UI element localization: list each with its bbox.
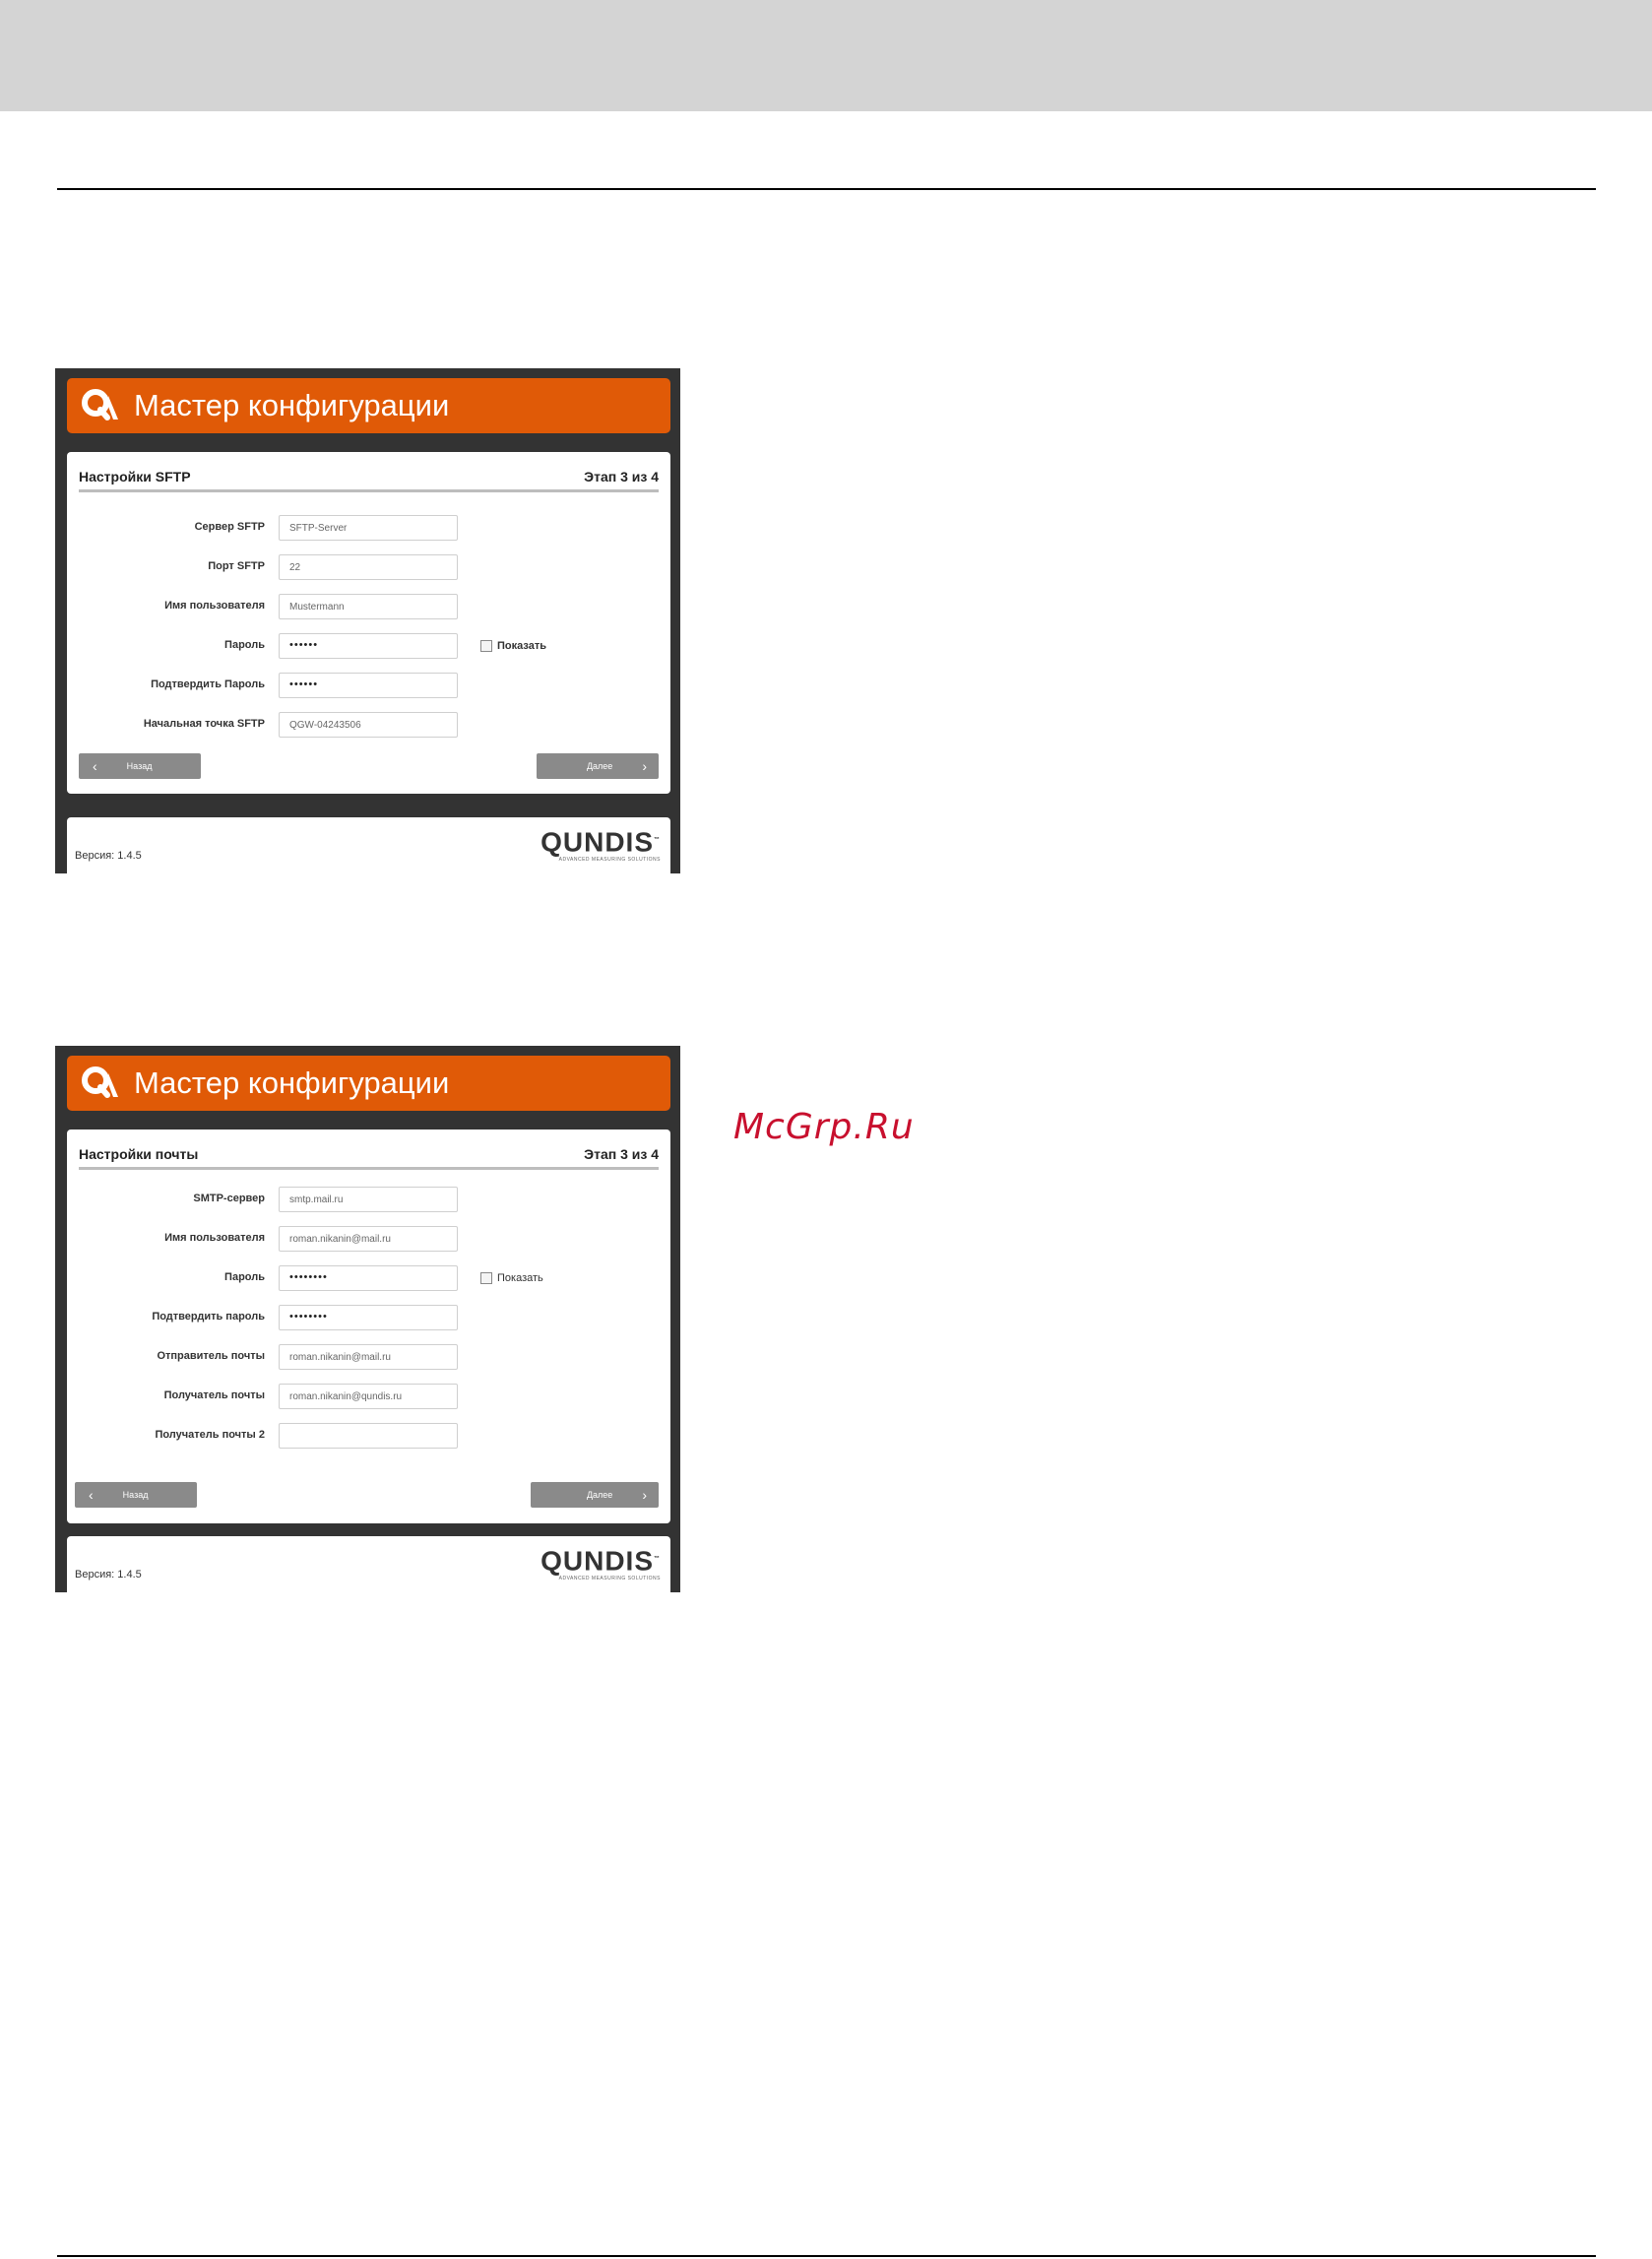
mail-wizard-screenshot: Мастер конфигурации Настройки почты Этап… (55, 1046, 680, 1592)
form-row-sftp-start-point: Начальная точка SFTP QGW-04243506 (67, 712, 670, 740)
confirm-password-input[interactable]: •••••• (279, 673, 458, 698)
mail-recipient-2-input[interactable] (279, 1423, 458, 1449)
form-row-sftp-server: Сервер SFTP SFTP-Server (67, 515, 670, 543)
version-text: Версия: 1.4.5 (75, 1569, 142, 1581)
brand-trademark: ™ (654, 837, 661, 843)
section-title: Настройки почты (79, 1146, 199, 1162)
field-label: Имя пользователя (164, 600, 265, 612)
next-button-label: Далее (586, 1490, 613, 1500)
panel-heading: Настройки почты Этап 3 из 4 (79, 1141, 659, 1170)
form-row-username: Имя пользователя Mustermann (67, 594, 670, 621)
back-button[interactable]: ‹ Назад (79, 753, 201, 779)
form-row-smtp-server: SMTP-сервер smtp.mail.ru (67, 1187, 670, 1214)
section-title: Настройки SFTP (79, 469, 191, 484)
wizard-header: Мастер конфигурации (67, 1056, 670, 1111)
username-input[interactable]: roman.nikanin@mail.ru (279, 1226, 458, 1252)
bottom-rule (57, 2255, 1596, 2257)
chevron-left-icon: ‹ (89, 1487, 94, 1503)
show-password-checkbox[interactable] (480, 1272, 492, 1284)
qundis-logo: QUNDIS™ ADVANCED MEASURING SOLUTIONS (540, 825, 661, 864)
field-label: Пароль (224, 1271, 265, 1283)
sftp-wizard-screenshot: Мастер конфигурации Настройки SFTP Этап … (55, 368, 680, 873)
mail-recipient-input[interactable]: roman.nikanin@qundis.ru (279, 1384, 458, 1409)
step-indicator: Этап 3 из 4 (584, 469, 659, 484)
show-password-toggle[interactable]: Показать (480, 640, 546, 652)
brand-name: QUNDIS (540, 826, 654, 858)
wizard-header: Мастер конфигурации (67, 378, 670, 433)
form-row-confirm-password: Подтвердить Пароль •••••• (67, 673, 670, 700)
brand-tagline: ADVANCED MEASURING SOLUTIONS (558, 1576, 661, 1582)
chevron-right-icon: › (642, 1487, 647, 1503)
form-row-mail-recipient: Получатель почты roman.nikanin@qundis.ru (67, 1384, 670, 1411)
field-label: Получатель почты 2 (155, 1429, 265, 1441)
watermark-text: McGrp.Ru (733, 1107, 915, 1147)
back-button-label: Назад (122, 1490, 149, 1500)
sftp-server-input[interactable]: SFTP-Server (279, 515, 458, 541)
version-text: Версия: 1.4.5 (75, 850, 142, 862)
wizard-panel: Настройки SFTP Этап 3 из 4 Сервер SFTP S… (67, 452, 670, 794)
form-row-password: Пароль •••••• Показать (67, 633, 670, 661)
brand-trademark: ™ (654, 1556, 661, 1562)
wizard-footer: Версия: 1.4.5 QUNDIS™ ADVANCED MEASURING… (67, 817, 670, 873)
field-label: Начальная точка SFTP (143, 718, 265, 730)
field-label: Имя пользователя (164, 1232, 265, 1244)
next-button-label: Далее (586, 761, 613, 771)
mail-sender-input[interactable]: roman.nikanin@mail.ru (279, 1344, 458, 1370)
step-indicator: Этап 3 из 4 (584, 1146, 659, 1162)
form-row-password: Пароль •••••••• Показать (67, 1265, 670, 1293)
show-password-label: Показать (497, 1272, 543, 1284)
qundis-logo: QUNDIS™ ADVANCED MEASURING SOLUTIONS (540, 1544, 661, 1582)
top-rule (57, 188, 1596, 190)
field-label: Порт SFTP (208, 560, 265, 572)
form-row-mail-sender: Отправитель почты roman.nikanin@mail.ru (67, 1344, 670, 1372)
panel-heading: Настройки SFTP Этап 3 из 4 (79, 464, 659, 492)
field-label: Отправитель почты (157, 1350, 265, 1362)
wizard-panel: Настройки почты Этап 3 из 4 SMTP-сервер … (67, 1130, 670, 1523)
show-password-toggle[interactable]: Показать (480, 1272, 543, 1284)
back-button-label: Назад (126, 761, 153, 771)
confirm-password-input[interactable]: •••••••• (279, 1305, 458, 1330)
username-input[interactable]: Mustermann (279, 594, 458, 619)
next-button[interactable]: Далее › (531, 1482, 659, 1508)
back-button[interactable]: ‹ Назад (75, 1482, 197, 1508)
form-row-sftp-port: Порт SFTP 22 (67, 554, 670, 582)
show-password-label: Показать (497, 640, 546, 652)
qundis-q-icon (82, 1066, 118, 1098)
password-input[interactable]: •••••••• (279, 1265, 458, 1291)
form-row-username: Имя пользователя roman.nikanin@mail.ru (67, 1226, 670, 1254)
chevron-right-icon: › (642, 758, 647, 774)
smtp-server-input[interactable]: smtp.mail.ru (279, 1187, 458, 1212)
page-header-band (0, 0, 1652, 111)
field-label: Подтвердить Пароль (151, 678, 265, 690)
brand-tagline: ADVANCED MEASURING SOLUTIONS (558, 857, 661, 864)
field-label: SMTP-сервер (193, 1193, 265, 1204)
qundis-q-icon (82, 389, 118, 420)
field-label: Пароль (224, 639, 265, 651)
field-label: Подтвердить пароль (152, 1311, 265, 1323)
field-label: Получатель почты (163, 1389, 265, 1401)
brand-name: QUNDIS (540, 1545, 654, 1577)
wizard-footer: Версия: 1.4.5 QUNDIS™ ADVANCED MEASURING… (67, 1536, 670, 1592)
form-row-confirm-password: Подтвердить пароль •••••••• (67, 1305, 670, 1332)
password-input[interactable]: •••••• (279, 633, 458, 659)
wizard-title: Мастер конфигурации (134, 1065, 450, 1100)
form-row-mail-recipient-2: Получатель почты 2 (67, 1423, 670, 1451)
field-label: Сервер SFTP (194, 521, 265, 533)
chevron-left-icon: ‹ (93, 758, 97, 774)
show-password-checkbox[interactable] (480, 640, 492, 652)
sftp-start-point-input[interactable]: QGW-04243506 (279, 712, 458, 738)
sftp-port-input[interactable]: 22 (279, 554, 458, 580)
next-button[interactable]: Далее › (537, 753, 659, 779)
wizard-title: Мастер конфигурации (134, 388, 450, 422)
